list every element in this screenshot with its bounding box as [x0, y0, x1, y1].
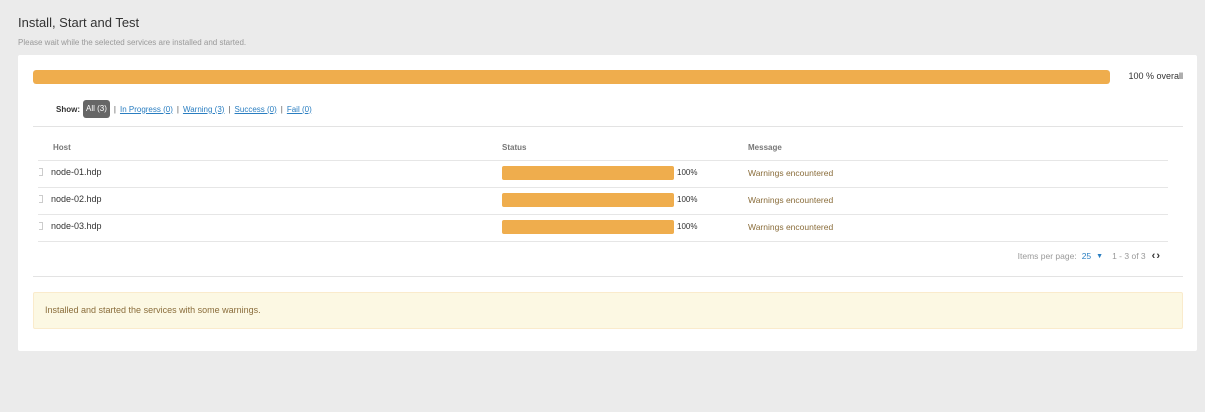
filter-fail[interactable]: Fail (0) — [287, 105, 312, 114]
pagination-nav: ‹› — [1152, 250, 1161, 262]
host-name[interactable]: node-03.hdp — [51, 221, 102, 231]
filter-bar: Show: All (3) | In Progress (0) | Warnin… — [56, 100, 312, 118]
host-message[interactable]: Warnings encountered — [748, 168, 833, 178]
filter-separator: | — [113, 104, 116, 114]
chevron-right-icon[interactable]: › — [1156, 250, 1161, 262]
items-per-page-select[interactable]: 25 — [1082, 251, 1091, 261]
host-message[interactable]: Warnings encountered — [748, 222, 833, 232]
alert-message: Installed and started the services with … — [45, 305, 261, 315]
host-name[interactable]: node-01.hdp — [51, 167, 102, 177]
table-row[interactable]: node-03.hdp 100% Warnings encountered — [33, 214, 1183, 240]
table-row[interactable]: node-01.hdp 100% Warnings encountered — [33, 160, 1183, 186]
filter-success[interactable]: Success (0) — [235, 105, 277, 114]
row-status-icon — [39, 168, 43, 176]
filter-in-progress[interactable]: In Progress (0) — [120, 105, 173, 114]
host-progress-bar — [502, 193, 674, 207]
host-progress-bar — [502, 166, 674, 180]
items-per-page-label: Items per page: — [1017, 251, 1077, 261]
filter-separator: | — [280, 104, 283, 114]
filter-all[interactable]: All (3) — [83, 100, 110, 118]
warning-alert: Installed and started the services with … — [33, 292, 1183, 329]
filter-separator: | — [228, 104, 231, 114]
row-status-icon — [39, 195, 43, 203]
filter-show-label: Show: — [56, 104, 80, 114]
divider — [33, 126, 1183, 127]
page-title: Install, Start and Test — [18, 15, 140, 30]
table-row[interactable]: node-02.hdp 100% Warnings encountered — [33, 187, 1183, 213]
host-progress-label: 100% — [677, 195, 698, 204]
row-divider — [38, 241, 1168, 242]
host-progress-bar — [502, 220, 674, 234]
host-progress-label: 100% — [677, 168, 698, 177]
overall-progress-bar — [33, 70, 1110, 84]
pagination-range: 1 - 3 of 3 — [1112, 251, 1146, 261]
host-progress-fill — [502, 166, 674, 180]
host-message[interactable]: Warnings encountered — [748, 195, 833, 205]
column-header-host[interactable]: Host — [53, 143, 71, 152]
row-status-icon — [39, 222, 43, 230]
pagination: Items per page: 25 ▼ 1 - 3 of 3 ‹› — [1018, 250, 1161, 262]
caret-down-icon[interactable]: ▼ — [1096, 253, 1103, 260]
install-panel: 100 % overall Show: All (3) | In Progres… — [18, 55, 1197, 351]
host-progress-label: 100% — [677, 222, 698, 231]
divider — [33, 276, 1183, 277]
column-header-message[interactable]: Message — [748, 143, 782, 152]
host-progress-fill — [502, 220, 674, 234]
overall-progress-label: 100 % overall — [1128, 71, 1183, 81]
page-subtitle: Please wait while the selected services … — [18, 38, 247, 47]
filter-separator: | — [176, 104, 179, 114]
host-name[interactable]: node-02.hdp — [51, 194, 102, 204]
overall-progress-fill — [33, 70, 1110, 84]
filter-warning[interactable]: Warning (3) — [183, 105, 225, 114]
host-progress-fill — [502, 193, 674, 207]
column-header-status[interactable]: Status — [502, 143, 526, 152]
